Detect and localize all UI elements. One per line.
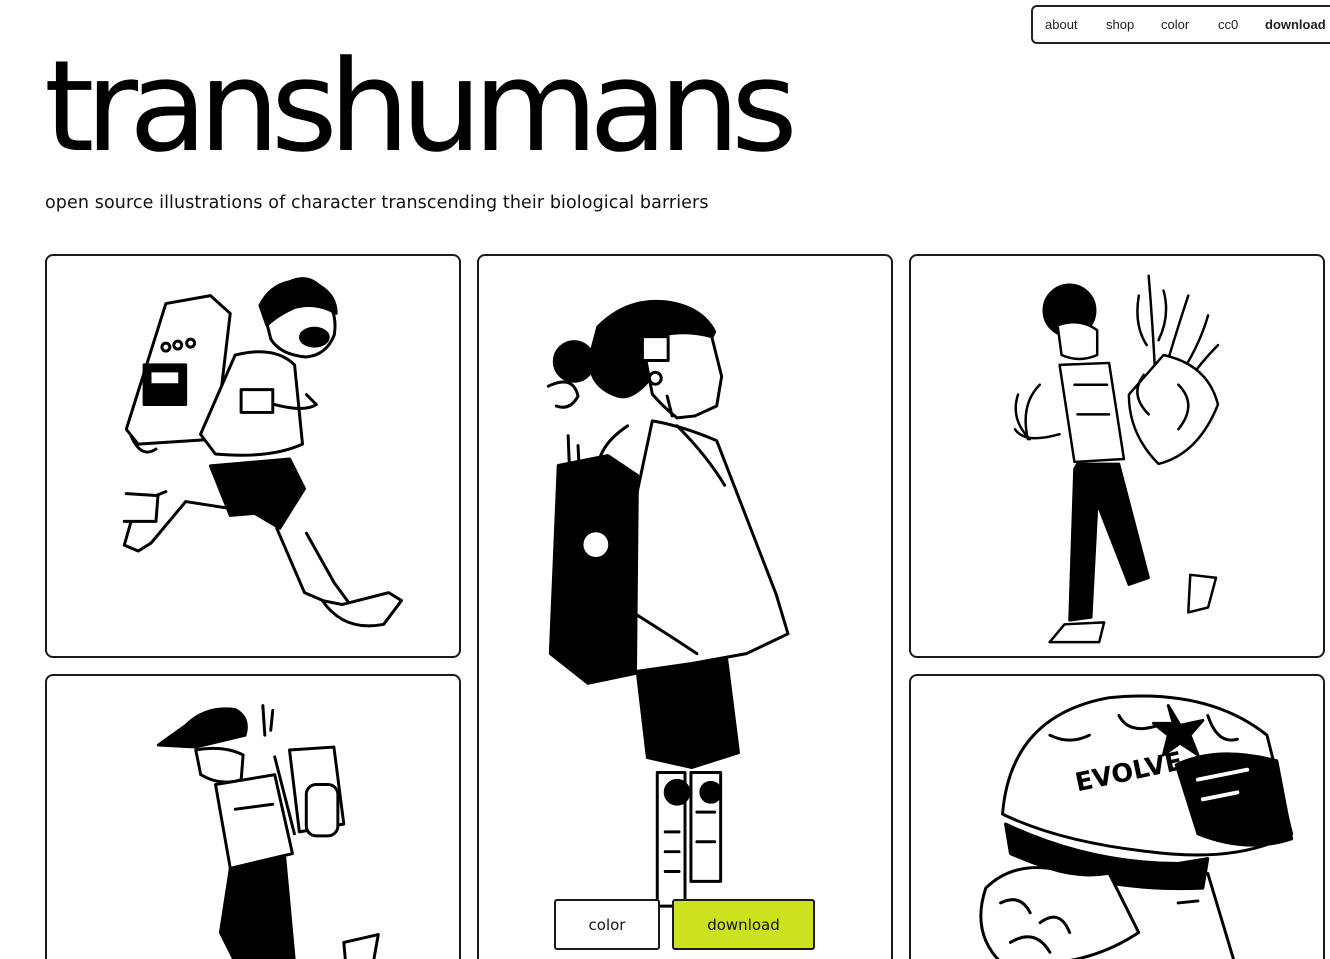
- illustration-card-runner[interactable]: [45, 254, 461, 658]
- tanks-illustration: [156, 704, 380, 959]
- nav-download-link[interactable]: download: [1265, 17, 1326, 32]
- nav-shop-link[interactable]: shop: [1106, 17, 1134, 32]
- download-button[interactable]: download: [672, 899, 815, 950]
- cyborg-illustration: [546, 299, 790, 908]
- illustration-card-cyborg[interactable]: [477, 254, 893, 959]
- nav-about-link[interactable]: about: [1045, 17, 1078, 32]
- runner-illustration: [122, 277, 403, 628]
- color-button[interactable]: color: [554, 899, 660, 950]
- page-title: transhumans: [44, 33, 798, 180]
- illustration-card-helmet[interactable]: EVOLVE: [909, 674, 1325, 959]
- plants-illustration: [1013, 274, 1220, 644]
- nav-cc0-link[interactable]: cc0: [1218, 17, 1238, 32]
- nav-color-link[interactable]: color: [1161, 17, 1189, 32]
- top-navigation: about shop color cc0 download: [1031, 5, 1330, 44]
- illustration-card-tanks[interactable]: [45, 674, 461, 959]
- helmet-illustration: EVOLVE: [979, 694, 1294, 959]
- illustration-card-plants[interactable]: [909, 254, 1325, 658]
- page-subtitle: open source illustrations of character t…: [45, 193, 709, 213]
